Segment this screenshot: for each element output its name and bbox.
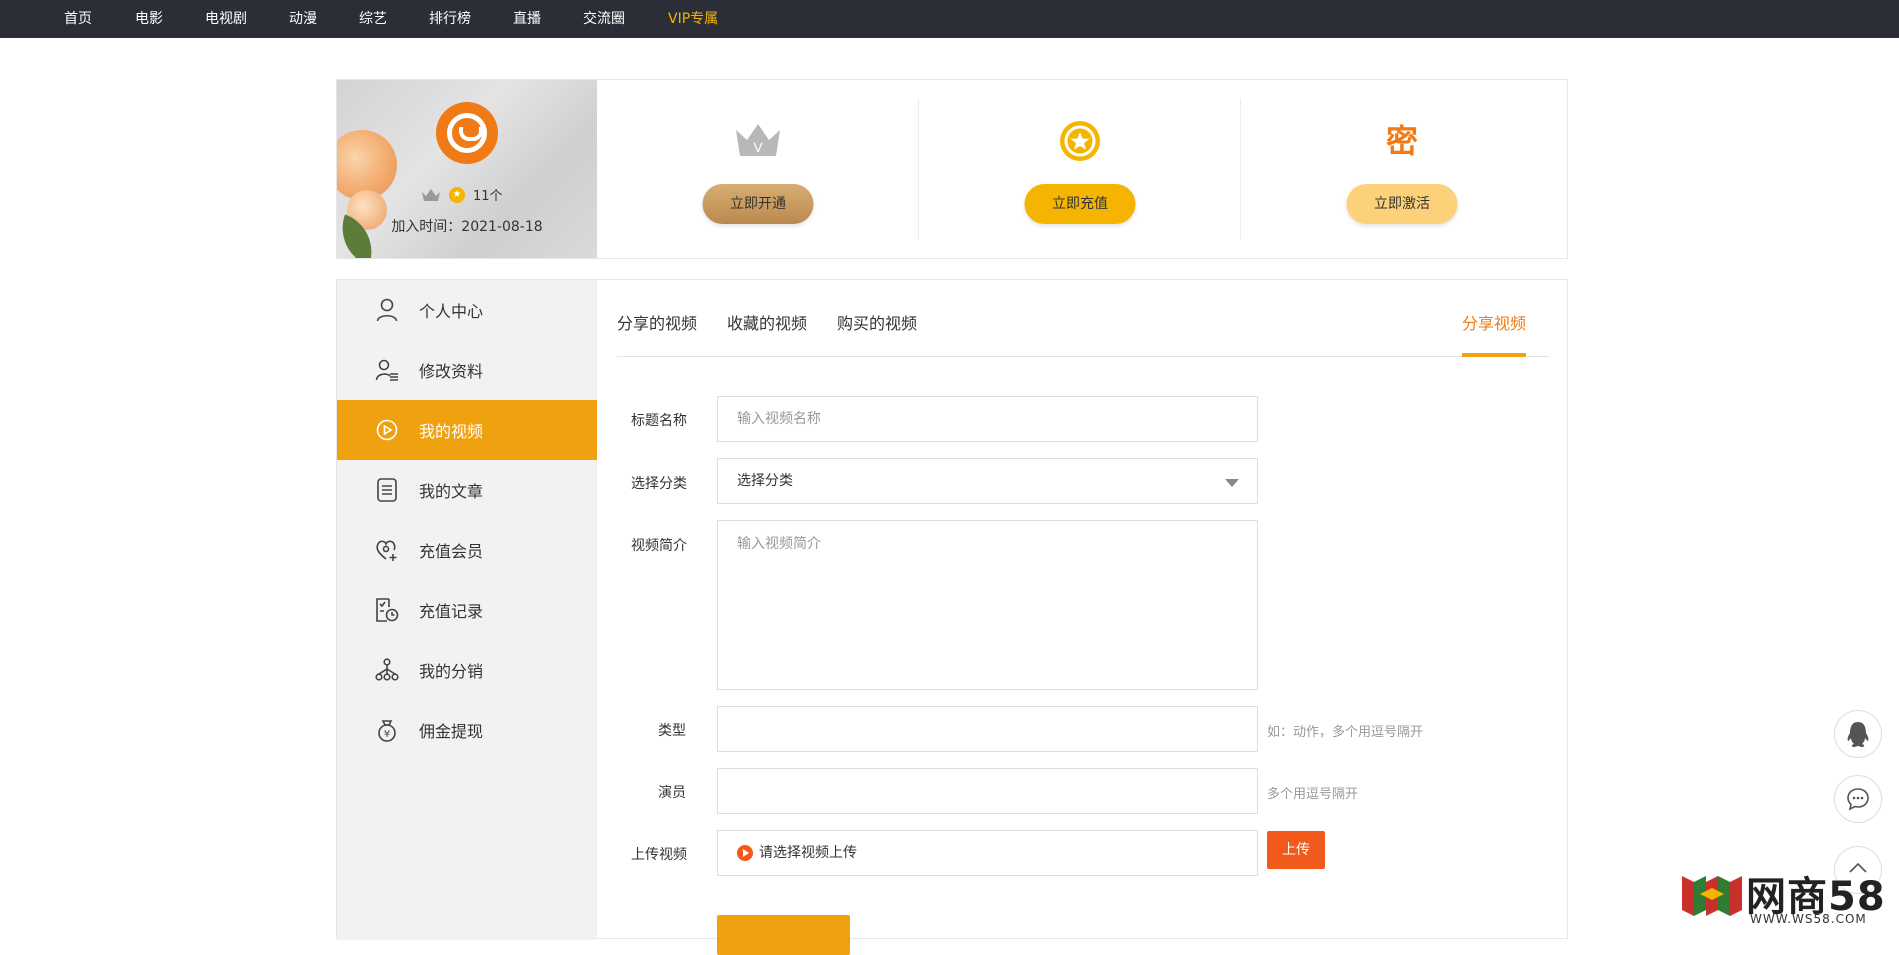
intro-label: 视频简介 <box>631 538 687 554</box>
qq-contact-button[interactable] <box>1834 710 1882 758</box>
nav-item-vip[interactable]: VIP专属 <box>668 0 718 38</box>
sidebar-item-label: 充值记录 <box>419 602 484 621</box>
user-icon <box>375 298 399 322</box>
sidebar-item-label: 佣金提现 <box>419 722 484 741</box>
perk-recharge: 立即充值 <box>919 80 1241 258</box>
actor-hint: 多个用逗号隔开 <box>1267 787 1359 802</box>
heart-add-icon <box>375 538 399 562</box>
nav-item-live[interactable]: 直播 <box>513 0 541 38</box>
money-bag-icon: ¥ <box>375 718 399 742</box>
crown-icon: V <box>736 124 780 156</box>
sidebar-item-my-videos[interactable]: 我的视频 <box>337 400 597 460</box>
watermark: 网商58 WWW.WS58.COM <box>1680 862 1895 931</box>
tab-purchased-videos[interactable]: 购买的视频 <box>837 310 917 334</box>
category-value: 选择分类 <box>737 473 793 489</box>
sidebar-item-label: 我的分销 <box>419 662 484 681</box>
sidebar-item-label: 个人中心 <box>419 302 484 321</box>
profile-card: ★ 11个 加入时间：2021-08-18 V 立即开通 立即充值 密 立即激活 <box>336 79 1568 259</box>
chevron-down-icon <box>1225 479 1239 487</box>
sidebar-item-label: 我的视频 <box>419 422 484 441</box>
watermark-url: WWW.WS58.COM <box>1750 912 1867 926</box>
tab-favorite-videos[interactable]: 收藏的视频 <box>727 310 807 334</box>
sidebar-item-edit-profile[interactable]: 修改资料 <box>337 340 597 400</box>
nav-item-ranking[interactable]: 排行榜 <box>429 0 471 38</box>
play-circle-icon <box>375 418 399 442</box>
upload-button[interactable]: 上传 <box>1267 831 1325 869</box>
upload-video-field[interactable]: 请选择视频上传 <box>717 830 1258 876</box>
actor-input[interactable] <box>717 768 1258 814</box>
category-select[interactable]: 选择分类 <box>717 458 1258 504</box>
sidebar: 个人中心 修改资料 我的视频 我的文章 充值会员 充值记录 我的分销 ¥ 佣金提… <box>337 280 597 940</box>
perk-vip: V 立即开通 <box>597 80 919 258</box>
svg-text:¥: ¥ <box>384 729 390 740</box>
type-hint: 如：动作，多个用逗号隔开 <box>1267 725 1424 740</box>
nav-item-movies[interactable]: 电影 <box>135 0 163 38</box>
type-input[interactable] <box>717 706 1258 752</box>
chat-button[interactable] <box>1834 775 1882 823</box>
qq-icon <box>1847 722 1869 747</box>
profile-banner: ★ 11个 加入时间：2021-08-18 <box>337 80 597 258</box>
upload-text: 请选择视频上传 <box>759 845 857 861</box>
member-badges: ★ 11个 <box>421 185 503 204</box>
nav-item-tv[interactable]: 电视剧 <box>205 0 247 38</box>
secret-icon: 密 <box>1385 122 1419 160</box>
submit-button[interactable] <box>717 915 850 955</box>
nav-item-community[interactable]: 交流圈 <box>583 0 625 38</box>
actor-label: 演员 <box>658 785 686 801</box>
network-icon <box>375 658 399 682</box>
crown-icon <box>422 188 440 201</box>
receipt-clock-icon <box>375 598 399 622</box>
ws58-logo <box>1682 876 1742 916</box>
count-label: 11个 <box>473 189 503 204</box>
star-coin-icon: ★ <box>449 186 465 203</box>
upload-label: 上传视频 <box>631 847 687 863</box>
active-tab-indicator <box>1462 353 1526 357</box>
recharge-button[interactable]: 立即充值 <box>1024 184 1136 224</box>
chat-icon <box>1847 788 1869 811</box>
open-vip-button[interactable]: 立即开通 <box>702 184 814 224</box>
play-icon <box>737 845 753 861</box>
sidebar-item-withdraw[interactable]: ¥ 佣金提现 <box>337 700 597 760</box>
video-tabs: 分享的视频 收藏的视频 购买的视频 分享视频 <box>617 280 1549 357</box>
sidebar-item-my-articles[interactable]: 我的文章 <box>337 460 597 520</box>
title-label: 标题名称 <box>631 413 687 429</box>
title-input[interactable]: 输入视频名称 <box>717 396 1258 442</box>
type-label: 类型 <box>658 723 686 739</box>
nav-item-home[interactable]: 首页 <box>64 0 92 38</box>
nav-item-variety[interactable]: 综艺 <box>359 0 387 38</box>
svg-text:V: V <box>753 139 763 155</box>
sidebar-item-label: 修改资料 <box>419 362 484 381</box>
join-date: 加入时间：2021-08-18 <box>391 219 543 235</box>
main-panel: 个人中心 修改资料 我的视频 我的文章 充值会员 充值记录 我的分销 ¥ 佣金提… <box>336 279 1568 955</box>
activate-button[interactable]: 立即激活 <box>1346 184 1458 224</box>
document-icon <box>375 478 399 502</box>
sidebar-item-profile[interactable]: 个人中心 <box>337 280 597 340</box>
star-coin-icon <box>1060 121 1100 161</box>
user-edit-icon <box>375 358 399 382</box>
tab-share-video[interactable]: 分享视频 <box>1462 310 1526 334</box>
intro-textarea[interactable]: 输入视频简介 <box>717 520 1258 690</box>
nav-item-anime[interactable]: 动漫 <box>289 0 317 38</box>
category-label: 选择分类 <box>631 476 687 492</box>
sidebar-item-label: 我的文章 <box>419 482 484 501</box>
avatar[interactable] <box>436 102 498 164</box>
sidebar-item-recharge-records[interactable]: 充值记录 <box>337 580 597 640</box>
sidebar-item-my-distribution[interactable]: 我的分销 <box>337 640 597 700</box>
top-nav: 首页 电影 电视剧 动漫 综艺 排行榜 直播 交流圈 VIP专属 <box>0 0 1899 38</box>
sidebar-item-label: 充值会员 <box>419 542 484 561</box>
sidebar-item-recharge-member[interactable]: 充值会员 <box>337 520 597 580</box>
perk-activate: 密 立即激活 <box>1241 80 1563 258</box>
tab-shared-videos[interactable]: 分享的视频 <box>617 310 697 334</box>
